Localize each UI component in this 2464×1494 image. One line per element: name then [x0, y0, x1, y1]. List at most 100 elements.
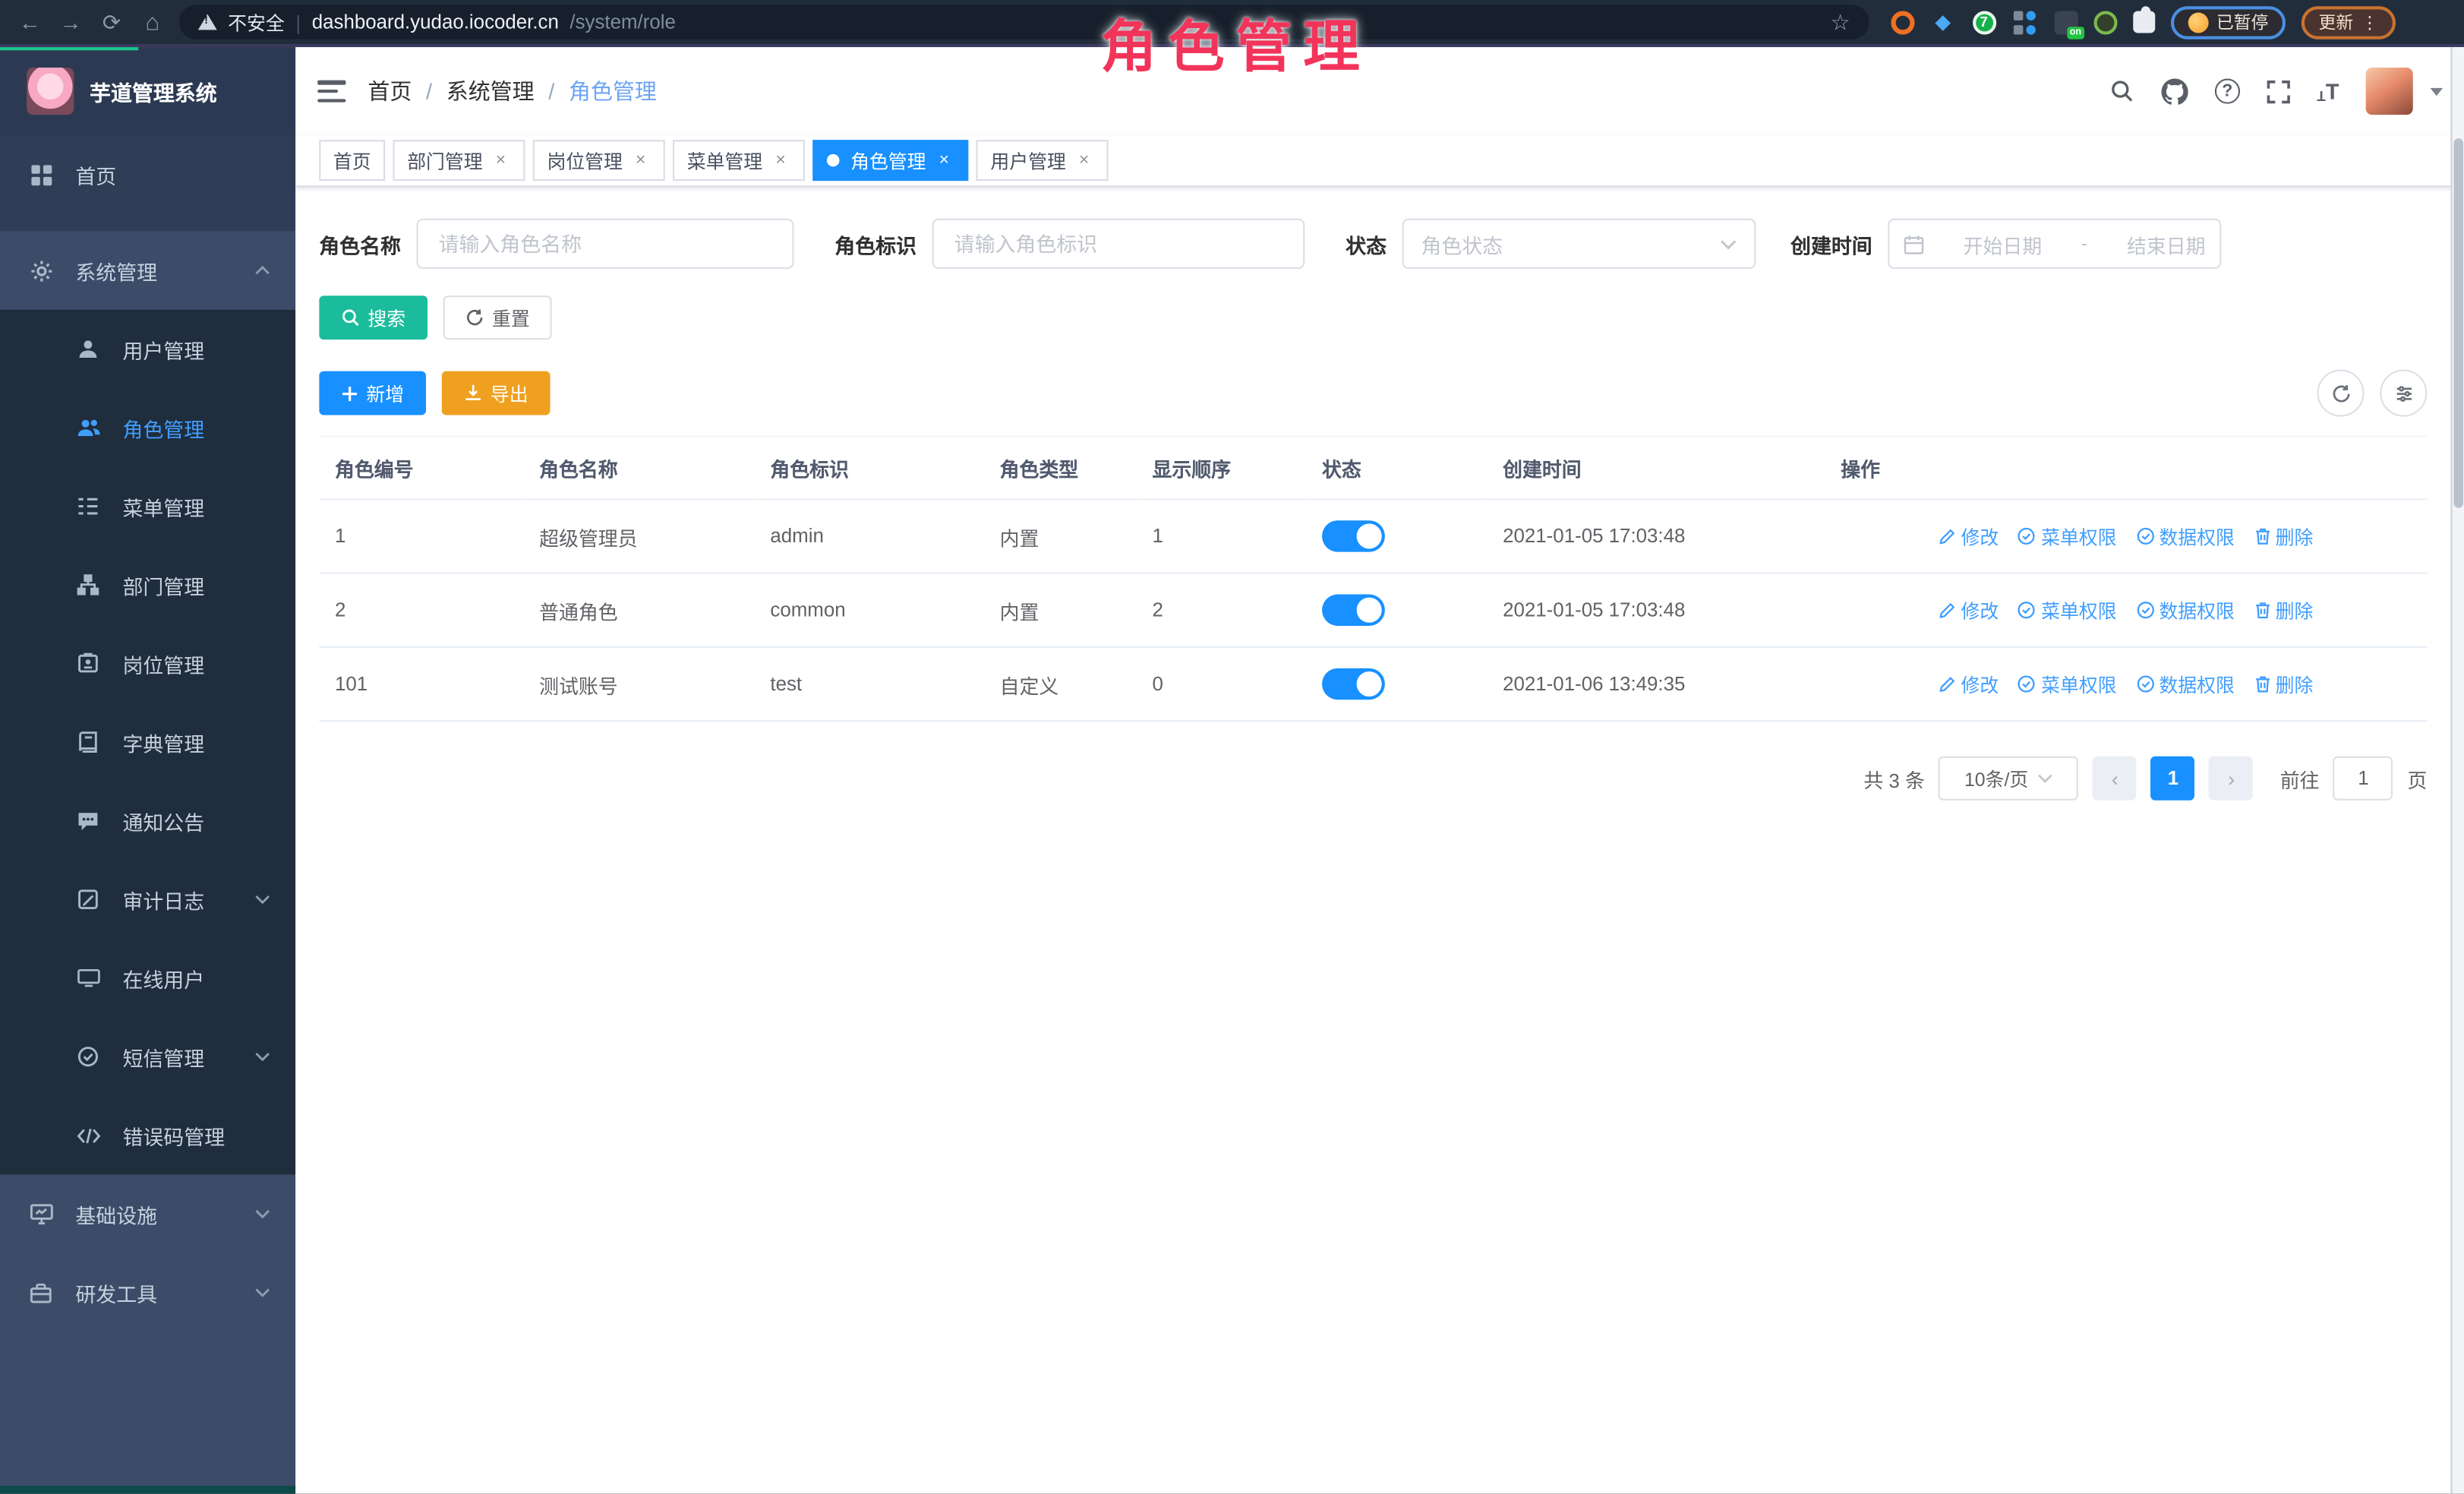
sidebar-item-notice[interactable]: 通知公告	[0, 782, 295, 861]
extension-gem-icon[interactable]	[1930, 9, 1955, 34]
browser-home-icon[interactable]	[138, 8, 166, 35]
browser-scrollbar[interactable]	[2450, 47, 2464, 1494]
address-bar[interactable]: 不安全 | dashboard.yudao.iocoder.cn /system…	[179, 5, 1869, 39]
sidebar-item-errorcode-mgmt[interactable]: 错误码管理	[0, 1096, 295, 1175]
scrollbar-thumb[interactable]	[2454, 138, 2463, 507]
extension-grid-icon[interactable]	[2012, 9, 2037, 34]
sidebar-bottom-section: 基础设施 研发工具	[0, 1174, 295, 1486]
profile-paused-chip[interactable]: 已暂停	[2171, 5, 2286, 38]
menu-permission-link[interactable]: 菜单权限	[2018, 597, 2116, 624]
table-row: 2 普通角色 common 内置 2 2021-01-05 17:03:48 修…	[319, 573, 2427, 647]
fullscreen-icon[interactable]	[2267, 80, 2290, 103]
goto-page-input[interactable]	[2335, 766, 2392, 791]
sidebar-item-dict-mgmt[interactable]: 字典管理	[0, 703, 295, 782]
sidebar-item-dept-mgmt[interactable]: 部门管理	[0, 545, 295, 624]
data-permission-link[interactable]: 数据权限	[2135, 597, 2234, 624]
sidebar-item-role-mgmt[interactable]: 角色管理	[0, 388, 295, 467]
sidebar-item-dev-tools[interactable]: 研发工具	[0, 1253, 295, 1332]
extensions-puzzle-icon[interactable]	[2133, 11, 2155, 33]
extension-target-icon[interactable]	[1891, 10, 1914, 33]
help-icon[interactable]	[2215, 79, 2240, 104]
status-select[interactable]: 角色状态	[1402, 219, 1756, 269]
status-toggle[interactable]	[1322, 520, 1385, 551]
sidebar-item-sms-mgmt[interactable]: 短信管理	[0, 1017, 295, 1096]
edit-link[interactable]: 修改	[1939, 671, 1999, 697]
user-icon	[75, 338, 100, 360]
status-toggle[interactable]	[1322, 668, 1385, 700]
menu-permission-link[interactable]: 菜单权限	[2018, 671, 2116, 697]
github-icon[interactable]	[2161, 77, 2188, 104]
add-button[interactable]: 新增	[319, 371, 426, 415]
close-icon[interactable]	[934, 150, 954, 171]
role-name-input[interactable]	[435, 230, 775, 257]
sidebar-item-user-mgmt[interactable]: 用户管理	[0, 310, 295, 389]
sidebar-item-audit-log[interactable]: 审计日志	[0, 860, 295, 939]
browser-update-chip[interactable]: 更新	[2302, 5, 2396, 38]
menu-permission-link[interactable]: 菜单权限	[2018, 523, 2116, 549]
breadcrumb-home[interactable]: 首页	[368, 75, 412, 106]
date-range-picker[interactable]: 开始日期 - 结束日期	[1888, 219, 2221, 269]
breadcrumb-system[interactable]: 系统管理	[426, 75, 535, 106]
gear-icon	[28, 259, 53, 283]
tab-user-mgmt[interactable]: 用户管理	[976, 140, 1109, 181]
close-icon[interactable]	[630, 150, 651, 171]
reset-button[interactable]: 重置	[443, 295, 552, 340]
avatar-caret-icon[interactable]	[2431, 87, 2443, 95]
status-toggle[interactable]	[1322, 595, 1385, 626]
browser-menu-dots-icon[interactable]	[2361, 12, 2378, 33]
delete-link[interactable]: 删除	[2254, 671, 2314, 697]
sidebar-item-label: 系统管理	[75, 255, 157, 285]
tab-home[interactable]: 首页	[319, 140, 385, 181]
tab-post-mgmt[interactable]: 岗位管理	[533, 140, 665, 181]
edit-label: 修改	[1961, 671, 1999, 697]
font-size-icon[interactable]	[2317, 81, 2339, 103]
delete-link[interactable]: 删除	[2254, 597, 2314, 624]
search-button[interactable]: 搜索	[319, 295, 427, 340]
bookmark-star-icon[interactable]	[1831, 8, 1850, 35]
prev-page-button[interactable]	[2093, 756, 2137, 801]
sidebar-item-online-users[interactable]: 在线用户	[0, 939, 295, 1018]
delete-link[interactable]: 删除	[2254, 523, 2314, 549]
sidebar-logo-row[interactable]: 芋道管理系统	[0, 47, 295, 135]
close-icon[interactable]	[771, 150, 791, 171]
edit-icon	[1939, 528, 1957, 545]
page-number-1[interactable]: 1	[2151, 756, 2195, 801]
export-button[interactable]: 导出	[442, 371, 551, 415]
sidebar-item-post-mgmt[interactable]: 岗位管理	[0, 624, 295, 703]
browser-forward-icon[interactable]	[57, 9, 85, 34]
close-icon[interactable]	[1074, 150, 1094, 171]
paused-label: 已暂停	[2216, 9, 2268, 34]
avatar[interactable]	[2366, 68, 2413, 115]
refresh-icon	[465, 308, 484, 327]
role-key-input[interactable]	[951, 230, 1286, 257]
search-icon[interactable]	[2109, 79, 2134, 104]
data-permission-link[interactable]: 数据权限	[2135, 671, 2234, 697]
browser-reload-icon[interactable]	[97, 8, 125, 35]
tab-menu-mgmt[interactable]: 菜单管理	[673, 140, 805, 181]
close-icon[interactable]	[491, 150, 511, 171]
toolbox-icon	[28, 1282, 53, 1303]
edit-link[interactable]: 修改	[1939, 597, 1999, 624]
sidebar-submenu-system: 用户管理 角色管理 菜单管理	[0, 310, 295, 1175]
page-size-select[interactable]: 10条/页	[1939, 756, 2079, 801]
extension-monkey-icon[interactable]	[2094, 10, 2118, 33]
refresh-table-button[interactable]	[2317, 369, 2364, 416]
sidebar-item-menu-mgmt[interactable]: 菜单管理	[0, 467, 295, 546]
data-permission-link[interactable]: 数据权限	[2135, 523, 2234, 549]
sidebar-toggle-icon[interactable]	[317, 81, 345, 103]
edit-link[interactable]: 修改	[1939, 523, 1999, 549]
browser-back-icon[interactable]	[16, 9, 44, 34]
header-actions	[2109, 68, 2443, 115]
extension-switch-icon[interactable]: on	[2053, 9, 2078, 34]
extension-green-icon[interactable]: 7	[1972, 10, 1995, 33]
sidebar-item-infrastructure[interactable]: 基础设施	[0, 1174, 295, 1253]
tab-role-mgmt[interactable]: 角色管理	[812, 140, 968, 181]
next-page-button[interactable]	[2210, 756, 2254, 801]
column-settings-button[interactable]	[2380, 369, 2427, 416]
security-warning-icon[interactable]	[198, 14, 217, 30]
sidebar-item-label: 字典管理	[122, 727, 204, 756]
tab-dept-mgmt[interactable]: 部门管理	[393, 140, 525, 181]
sidebar-item-home[interactable]: 首页	[0, 135, 295, 214]
search-icon	[341, 308, 360, 327]
sidebar-item-system[interactable]: 系统管理	[0, 231, 295, 310]
